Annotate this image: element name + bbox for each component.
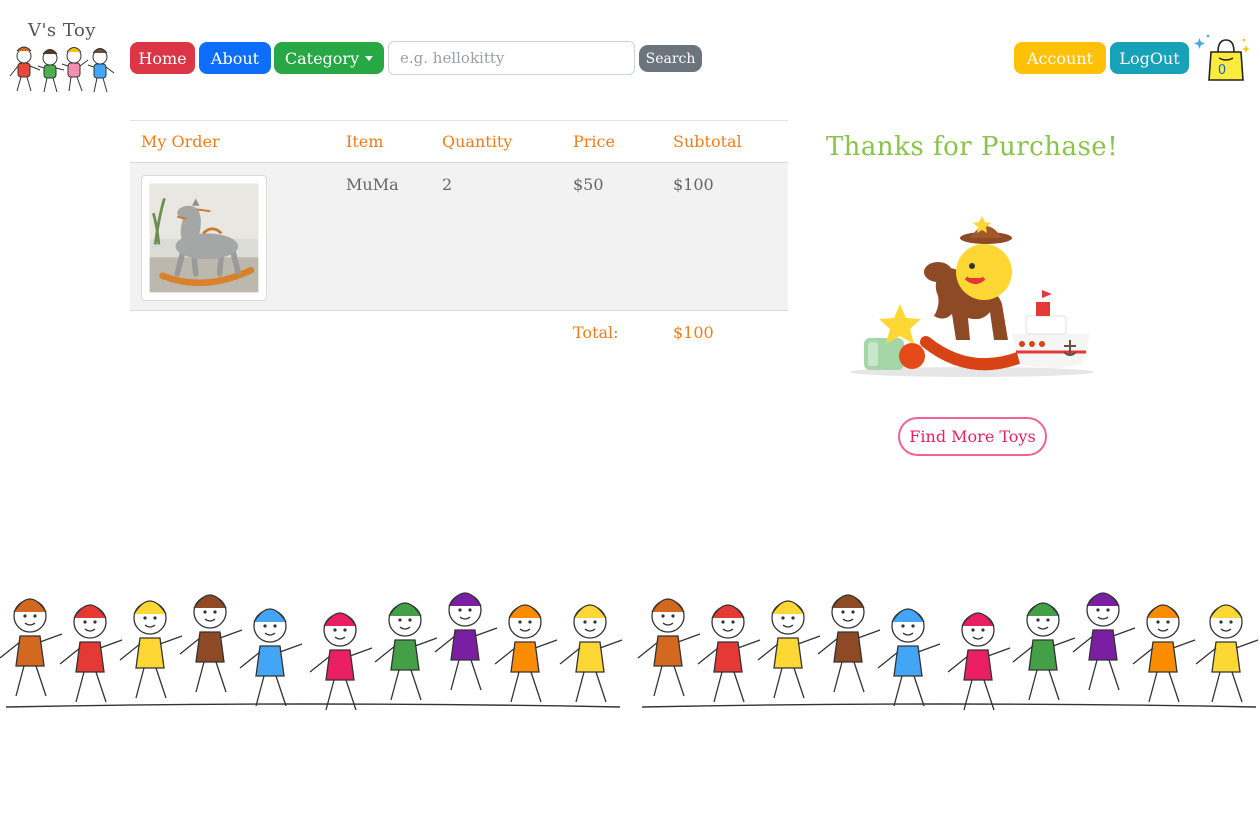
order-table: My Order Item Quantity Price Subtotal Mu… [130, 120, 788, 353]
total-value: $100 [673, 323, 714, 342]
chevron-down-icon [365, 55, 374, 61]
column-header-item: Item [335, 120, 431, 163]
site-logo[interactable]: V's Toy [8, 18, 116, 98]
find-more-toys-button[interactable]: Find More Toys [898, 417, 1047, 456]
table-row: MuMa 2 $50 $100 [130, 162, 788, 311]
about-button[interactable]: About [199, 42, 271, 74]
logo-text: V's Toy [27, 20, 97, 41]
search-button[interactable]: Search [639, 45, 702, 72]
item-name: MuMa [335, 162, 431, 311]
item-quantity: 2 [431, 162, 562, 311]
logo-kids-icon [9, 46, 115, 93]
total-row: Total: $100 [130, 311, 788, 353]
home-button[interactable]: Home [130, 42, 195, 74]
table-header-row: My Order Item Quantity Price Subtotal [130, 120, 788, 163]
rocking-horse-image[interactable] [141, 175, 267, 301]
thanks-heading: Thanks for Purchase! [825, 132, 1119, 162]
column-header-price: Price [562, 120, 662, 163]
logout-button[interactable]: LogOut [1110, 42, 1189, 74]
toys-illustration-icon [850, 216, 1094, 377]
column-header-quantity: Quantity [431, 120, 562, 163]
category-dropdown-button[interactable]: Category [274, 42, 384, 74]
category-label: Category [284, 48, 360, 68]
total-label: Total: [573, 323, 619, 342]
product-thumbnail-cell [130, 162, 335, 311]
dancing-kids-banner-icon [0, 592, 1259, 711]
item-price: $50 [562, 162, 662, 311]
account-button[interactable]: Account [1014, 42, 1106, 74]
item-subtotal: $100 [662, 162, 788, 311]
search-input[interactable] [388, 41, 635, 75]
column-header-subtotal: Subtotal [662, 120, 788, 163]
column-header-my-order: My Order [130, 120, 335, 163]
cart-count-badge: 0 [1217, 63, 1227, 78]
